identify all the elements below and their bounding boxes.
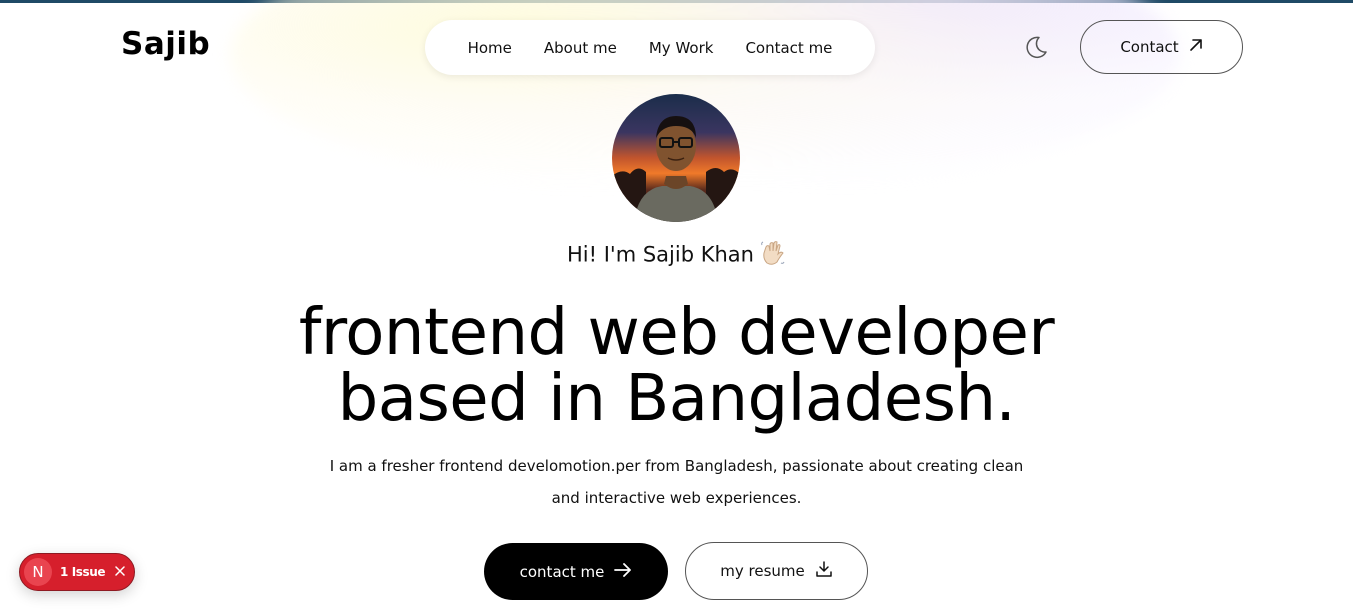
arrow-up-right-icon	[1189, 38, 1203, 56]
my-resume-label: my resume	[720, 562, 805, 580]
main-nav: Home About me My Work Contact me	[425, 20, 875, 75]
logo[interactable]: Sajib	[121, 26, 210, 62]
moon-icon[interactable]	[1022, 33, 1050, 61]
headline-line-1: frontend web developer	[298, 296, 1055, 370]
close-icon[interactable]	[115, 564, 125, 580]
arrow-right-icon	[614, 562, 632, 581]
nav-item-my-work[interactable]: My Work	[649, 39, 714, 57]
headline-line-2: based in Bangladesh.	[337, 362, 1016, 436]
page: Sajib Home About me My Work Contact me C…	[0, 0, 1353, 609]
nav-item-about-me[interactable]: About me	[544, 39, 617, 57]
waving-hand-icon	[760, 240, 786, 271]
my-resume-button[interactable]: my resume	[685, 542, 868, 600]
avatar	[612, 94, 740, 222]
nav-item-contact-me[interactable]: Contact me	[745, 39, 832, 57]
contact-me-button[interactable]: contact me	[484, 543, 668, 600]
download-icon	[815, 560, 833, 582]
contact-me-label: contact me	[519, 562, 605, 581]
next-logo-icon: N	[24, 558, 52, 586]
greeting-text: Hi! I'm Sajib Khan	[567, 242, 754, 267]
issues-count: 1 Issue	[60, 565, 106, 579]
contact-button[interactable]: Contact	[1080, 20, 1243, 74]
contact-button-label: Contact	[1120, 38, 1179, 56]
hero-greeting: Hi! I'm Sajib Khan	[0, 240, 1353, 271]
hero-description: I am a fresher frontend develomotion.per…	[329, 457, 1024, 507]
hero-headline: frontend web developer based in Banglade…	[0, 300, 1353, 432]
dev-issues-badge[interactable]: N 1 Issue	[19, 553, 135, 591]
nav-item-home[interactable]: Home	[468, 39, 512, 57]
